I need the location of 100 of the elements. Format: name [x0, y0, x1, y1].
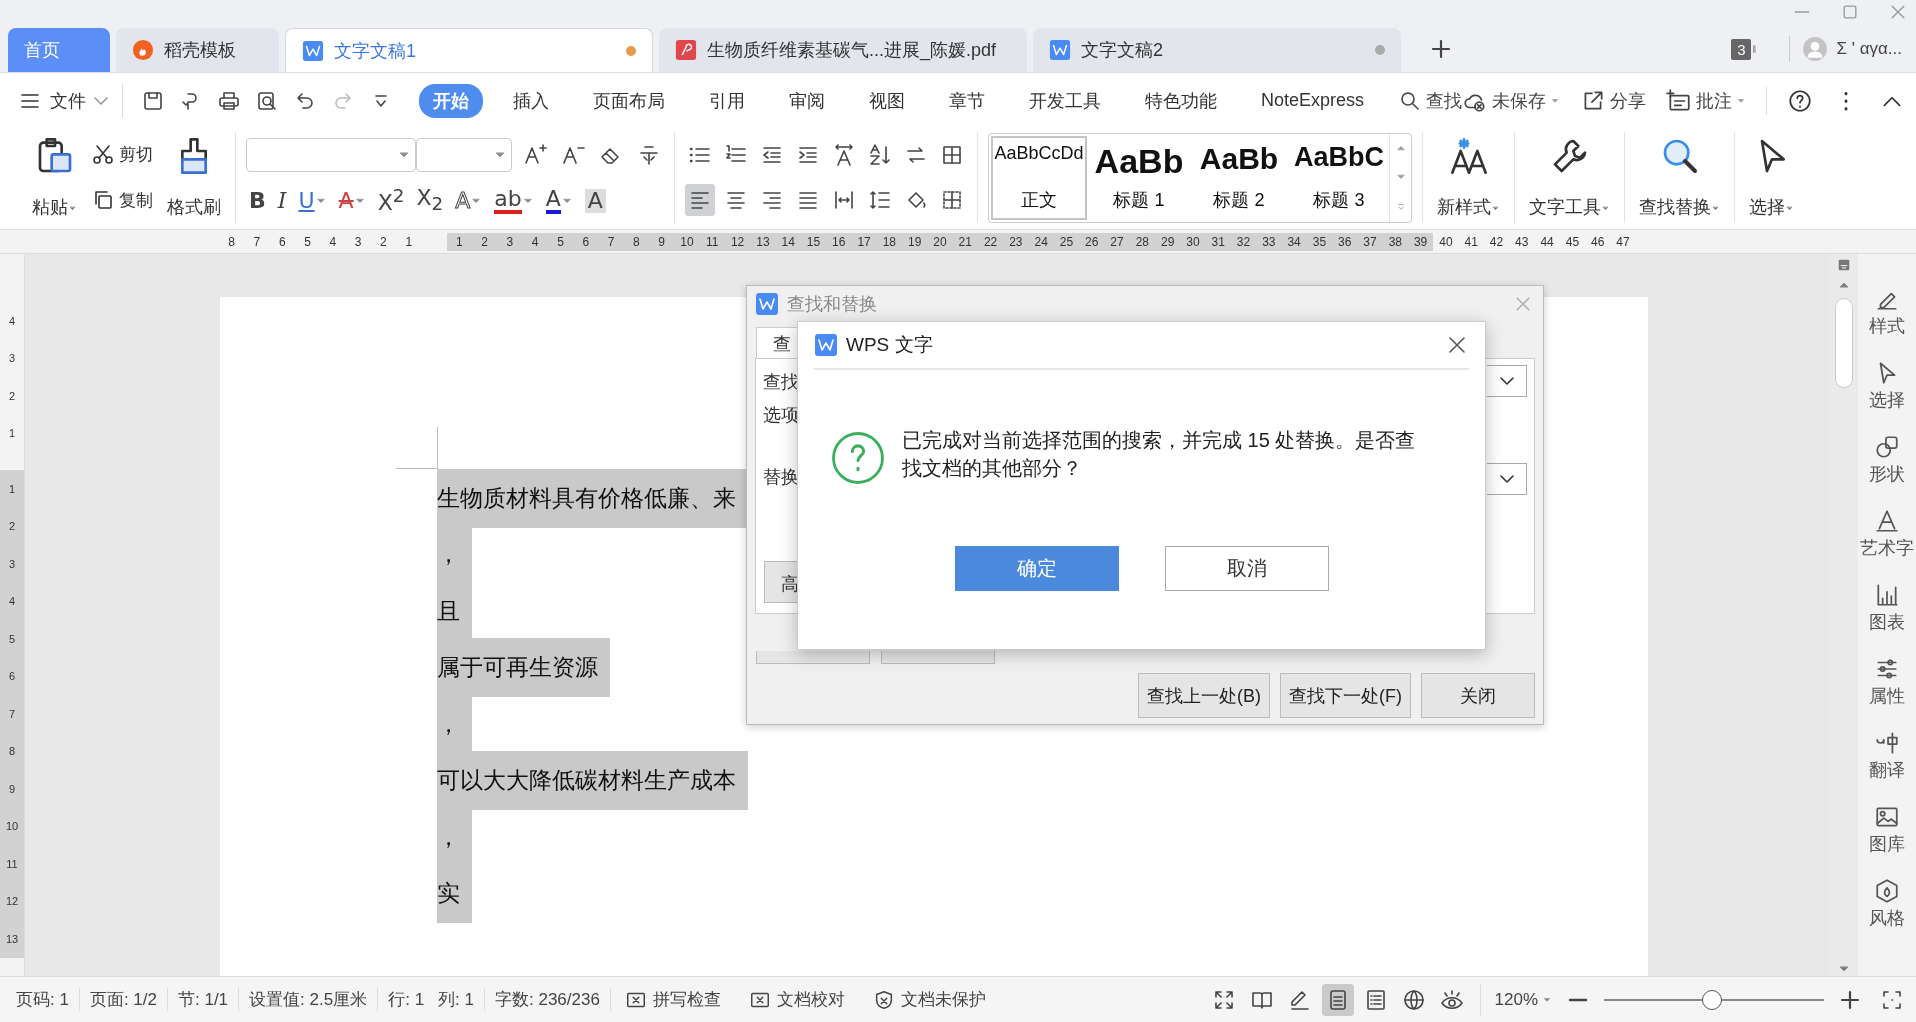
sidebar-button[interactable]: 翻译: [1869, 730, 1905, 782]
toolbar-button[interactable]: 分享: [1580, 87, 1647, 114]
help-icon[interactable]: [1787, 87, 1814, 114]
dropdown-field[interactable]: [1487, 463, 1527, 495]
ribbon-button[interactable]: 复制: [91, 188, 153, 213]
ruler-number: 5: [7, 631, 17, 647]
ribbon-button[interactable]: 剪切: [91, 142, 153, 167]
ruler-number: 32: [1235, 234, 1252, 249]
chevron-down-icon: [94, 96, 108, 105]
view-mode-button[interactable]: [1321, 983, 1354, 1016]
document-tab[interactable]: 稻壳模板: [116, 28, 279, 72]
ribbon-tab[interactable]: 视图: [855, 83, 919, 118]
ribbon-button[interactable]: 粘贴: [28, 132, 81, 223]
sort-icon[interactable]: [868, 142, 892, 167]
format-button[interactable]: X$_{2}$: [413, 184, 447, 217]
ruler-number: 2: [379, 234, 388, 249]
plus-icon[interactable]: [1429, 37, 1453, 61]
sidebar-button[interactable]: 图表: [1869, 582, 1905, 634]
panel-icon[interactable]: [1837, 258, 1851, 272]
document-tab[interactable]: 文字文稿1: [285, 28, 653, 72]
ribbon-button[interactable]: 文字工具: [1525, 132, 1614, 223]
ribbon-tab[interactable]: 开发工具: [1015, 83, 1115, 118]
ribbon-button[interactable]: 选择: [1745, 132, 1798, 223]
ruler-number: 9: [7, 781, 17, 797]
style-preset[interactable]: AaBbC 标题 3: [1291, 135, 1387, 220]
ribbon-tab[interactable]: 引用: [695, 83, 759, 118]
ruler-number: 4: [328, 234, 338, 249]
style-preset[interactable]: AaBb 标题 1: [1091, 135, 1187, 220]
status-button[interactable]: 文档未保护: [858, 988, 1000, 1011]
sidebar-button[interactable]: 选择: [1869, 360, 1905, 412]
document-tab[interactable]: 文字文稿2: [1033, 28, 1401, 72]
format-button[interactable]: A: [542, 184, 576, 217]
style-name: 标题 1: [1113, 188, 1165, 212]
ruler-number: 5: [303, 234, 312, 249]
sidebar-button[interactable]: 属性: [1869, 656, 1905, 708]
style-preset[interactable]: AaBb 标题 2: [1191, 135, 1287, 220]
ruler-number: 34: [1286, 234, 1302, 249]
window-count-badge[interactable]: 3: [1731, 38, 1752, 60]
dialog-button[interactable]: 取消: [1164, 546, 1329, 591]
ruler-number: 7: [7, 706, 17, 722]
eye-icon: [1439, 987, 1464, 1012]
scrollbar-thumb[interactable]: [1835, 298, 1853, 388]
user-name[interactable]: Σ ' αγα...: [1836, 39, 1902, 59]
document-tab[interactable]: 生物质纤维素基碳气...进展_陈媛.pdf: [659, 28, 1027, 72]
file-menu[interactable]: 文件: [18, 83, 123, 118]
dialog-button[interactable]: 关闭: [1421, 673, 1535, 718]
sidebar-button[interactable]: 样式: [1869, 286, 1905, 338]
flame-logo-icon: [132, 39, 154, 61]
ruler-number: 7: [606, 234, 616, 249]
status-button[interactable]: 拼写检查: [610, 988, 735, 1011]
search-button[interactable]: 查找: [1398, 88, 1463, 113]
zoom-dropdown[interactable]: 120%: [1480, 989, 1566, 1010]
format-button[interactable]: ab: [491, 184, 537, 217]
ruler-number: 43: [1514, 234, 1530, 249]
ruler-number: 6: [277, 234, 287, 249]
status-button[interactable]: 文档校对: [734, 988, 859, 1011]
status-text: 页码: 1: [6, 988, 80, 1011]
dialog-message: 已完成对当前选择范围的搜索，并完成 15 处替换。是否查找文档的其他部分？: [902, 428, 1417, 481]
format-button[interactable]: I: [274, 184, 290, 217]
ruler-number: 3: [505, 234, 515, 249]
format-button[interactable]: B: [246, 184, 269, 217]
font-size-field[interactable]: [416, 138, 512, 173]
sidebar-button[interactable]: 形状: [1869, 434, 1905, 486]
ruler-number: 37: [1362, 234, 1378, 249]
ribbon-tab[interactable]: 章节: [935, 83, 999, 118]
ruler-number: 6: [7, 669, 17, 685]
dialog-button[interactable]: 确定: [954, 546, 1119, 591]
ruler-number: 8: [227, 234, 236, 249]
ruler-number: 31: [1210, 234, 1226, 249]
new-style-icon: [1448, 136, 1489, 176]
format-button[interactable]: X$^{2}$: [374, 184, 408, 217]
advanced-button[interactable]: 高: [764, 561, 798, 603]
ribbon-tab[interactable]: 页面布局: [579, 83, 679, 118]
toolbar-button[interactable]: 批注: [1666, 87, 1747, 114]
zoom-slider-thumb[interactable]: [1701, 989, 1722, 1010]
sidebar-button[interactable]: 风格: [1869, 878, 1905, 930]
format-button[interactable]: U: [295, 184, 330, 217]
dialog-button[interactable]: 查找上一处(B): [1138, 673, 1270, 718]
ruler-number: 4: [7, 313, 17, 329]
toolbar-button[interactable]: 未保存: [1462, 87, 1561, 114]
format-button[interactable]: A: [335, 184, 369, 217]
font-name-field[interactable]: [246, 138, 416, 173]
style-preset[interactable]: AaBbCcDd 正文: [991, 135, 1087, 220]
dialog-button[interactable]: 查找下一处(F): [1280, 673, 1411, 718]
ribbon-button[interactable]: 查找替换: [1635, 132, 1724, 223]
sidebar-button[interactable]: 艺术字: [1860, 508, 1914, 560]
dropdown-field[interactable]: [1487, 365, 1527, 397]
ribbon-tab[interactable]: 插入: [499, 83, 563, 118]
phonetic-guide-icon[interactable]: [637, 143, 661, 168]
ribbon-tab[interactable]: 特色功能: [1131, 83, 1231, 118]
ribbon-tab[interactable]: NoteExpress: [1247, 85, 1379, 116]
pdf-logo-icon: [675, 39, 697, 61]
ruler-number: 5: [556, 234, 565, 249]
text-direction-icon[interactable]: [832, 142, 856, 167]
alignment-button[interactable]: [685, 184, 715, 217]
ruler-number: 8: [7, 744, 17, 760]
ribbon-button[interactable]: 格式刷: [163, 132, 225, 223]
ribbon-button[interactable]: 新样式: [1433, 132, 1504, 223]
ribbon-tab[interactable]: 审阅: [775, 83, 839, 118]
sidebar-button[interactable]: 图库: [1869, 804, 1905, 856]
